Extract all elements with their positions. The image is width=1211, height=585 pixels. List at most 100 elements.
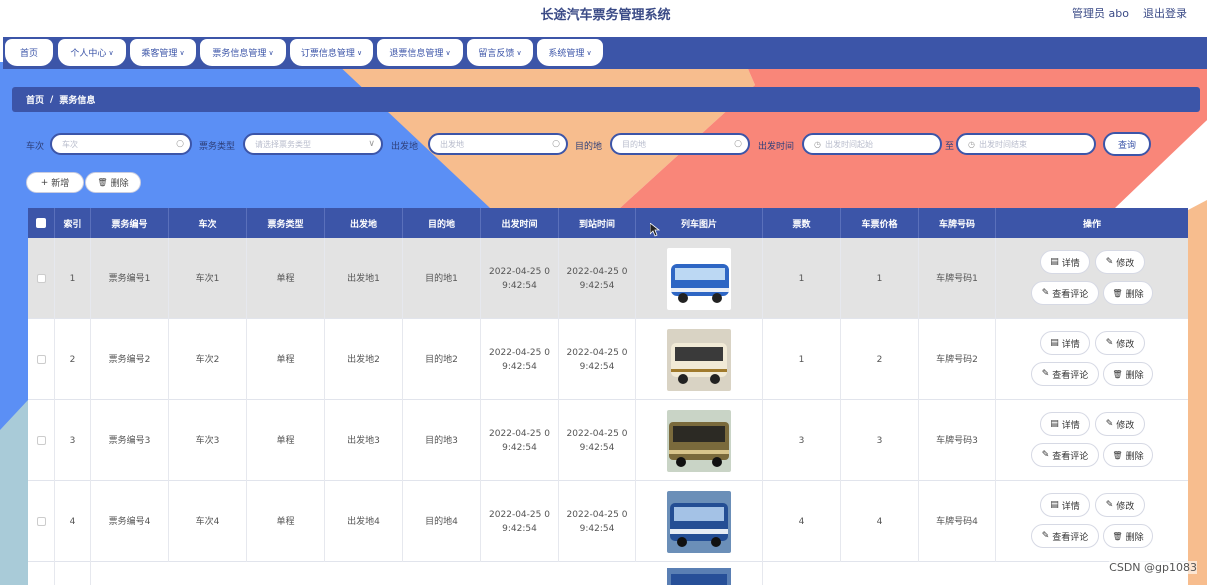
row-operations: ▤ 详情 ✎ 修改 ✎ 查看评论 🗑 删除 [996,400,1188,481]
table-row: 3 票务编号3 车次3 单程 出发地3 目的地3 2022-04-25 0 9:4… [28,400,1188,481]
app-root: { "header": {"title": "长途汽车票务管理系统", "use… [0,0,1211,585]
edit-icon: ✎ [1105,338,1114,348]
view-comments-button[interactable]: ✎ 查看评论 [1031,362,1099,386]
document-icon: ▤ [1050,419,1059,429]
view-comments-button[interactable]: ✎ 查看评论 [1031,524,1099,548]
depart-time-start-picker[interactable]: ◷ 出发时间起始 [802,133,942,155]
nav-booking-management[interactable]: 订票信息管理 ∨ [290,39,373,66]
chevron-down-icon: ∨ [108,48,114,57]
chevron-down-icon: ∨ [586,48,592,57]
search-icon: ○ [552,139,560,149]
delete-button[interactable]: 🗑 删除 [1103,362,1153,386]
row-checkbox[interactable] [28,319,55,400]
cell-bus-image [636,562,763,585]
cell-bus-image [636,238,763,319]
row-checkbox[interactable] [28,400,55,481]
edit-button[interactable]: ✎ 修改 [1095,250,1145,274]
cell-bus-image [636,481,763,562]
trash-icon: 🗑 [1112,531,1123,541]
bus-photo[interactable] [667,328,731,391]
row-checkbox[interactable] [28,238,55,319]
bus-photo[interactable] [667,409,731,472]
edit-icon: ✎ [1105,257,1114,267]
nav-feedback[interactable]: 留言反馈 ∨ [467,39,533,66]
cell-price: 2 [841,319,919,400]
nav-home[interactable]: 首页 [5,39,53,66]
nav-ticket-info-management[interactable]: 票务信息管理 ∨ [200,39,286,66]
edit-button[interactable]: ✎ 修改 [1095,493,1145,517]
col-ticket-no: 票务编号 [91,208,169,238]
col-departure: 出发地 [325,208,403,238]
edit-icon: ✎ [1041,531,1050,541]
destination-filter-label: 目的地 [575,142,603,152]
row-operations: ▤ 详情 ✎ 修改 ✎ 查看评论 🗑 删除 [996,481,1188,562]
table-header: 索引 票务编号 车次 票务类型 出发地 目的地 出发时间 到站时间 列车图片 票… [28,208,1188,238]
col-ticket-count: 票数 [763,208,841,238]
search-icon: ○ [734,139,742,149]
departure-filter-label: 出发地 [391,142,419,152]
breadcrumb-home[interactable]: 首页 [26,93,44,106]
cell-price: 4 [841,481,919,562]
view-comments-button[interactable]: ✎ 查看评论 [1031,443,1099,467]
cell-price: 3 [841,400,919,481]
detail-button[interactable]: ▤ 详情 [1040,331,1090,355]
col-train: 车次 [169,208,247,238]
add-button[interactable]: + 新增 [26,172,84,193]
cell-plate: 车牌号码4 [919,481,996,562]
cell-bus-image [636,400,763,481]
cell-ticket-no: 票务编号4 [91,481,169,562]
detail-button[interactable]: ▤ 详情 [1040,493,1090,517]
nav-refund-management[interactable]: 退票信息管理 ∨ [377,39,463,66]
system-title: 长途汽车票务管理系统 [540,8,671,23]
row-checkbox[interactable] [28,481,55,562]
cell-index: 4 [55,481,91,562]
select-all-checkbox[interactable] [28,208,55,238]
train-filter-input[interactable]: 车次 ○ [50,133,192,155]
nav-system-management[interactable]: 系统管理 ∨ [537,39,603,66]
edit-icon: ✎ [1105,419,1114,429]
time-range-separator: 至 [945,142,955,152]
ticket-type-select[interactable]: 请选择票务类型 ∨ [243,133,383,155]
cell-ticket-type: 单程 [247,400,325,481]
cell-plate: 车牌号码1 [919,238,996,319]
chevron-down-icon: ∨ [368,139,375,149]
mouse-cursor-icon [650,223,660,237]
chevron-down-icon: ∨ [516,48,522,57]
delete-button[interactable]: 🗑 删除 [1103,443,1153,467]
col-arrive-time: 到站时间 [559,208,636,238]
delete-button[interactable]: 🗑 删除 [1103,281,1153,305]
view-comments-button[interactable]: ✎ 查看评论 [1031,281,1099,305]
batch-delete-button[interactable]: 🗑 删除 [85,172,141,193]
cell-ticket-count: 1 [763,319,841,400]
delete-button[interactable]: 🗑 删除 [1103,524,1153,548]
cell-destination: 目的地1 [403,238,481,319]
cell-train: 车次1 [169,238,247,319]
chevron-down-icon: ∨ [445,48,451,57]
detail-button[interactable]: ▤ 详情 [1040,412,1090,436]
nav-passenger-management[interactable]: 乘客管理 ∨ [130,39,196,66]
bus-photo[interactable] [667,568,731,585]
cell-destination: 目的地4 [403,481,481,562]
bus-photo[interactable] [667,490,731,553]
depart-time-end-picker[interactable]: ◷ 出发时间结束 [956,133,1096,155]
destination-filter-input[interactable]: 目的地 ○ [610,133,750,155]
cell-ticket-type: 单程 [247,238,325,319]
edit-button[interactable]: ✎ 修改 [1095,412,1145,436]
nav-personal-center[interactable]: 个人中心 ∨ [58,39,126,66]
detail-button[interactable]: ▤ 详情 [1040,250,1090,274]
query-button[interactable]: 查询 [1103,132,1151,156]
cell-depart-time: 2022-04-25 0 9:42:54 [481,400,559,481]
edit-icon: ✎ [1041,288,1050,298]
edit-button[interactable]: ✎ 修改 [1095,331,1145,355]
departure-filter-input[interactable]: 出发地 ○ [428,133,568,155]
chevron-down-icon: ∨ [179,48,185,57]
logout-link[interactable]: 退出登录 [1143,5,1187,21]
cell-arrive-time: 2022-04-25 0 9:42:54 [559,400,636,481]
watermark: CSDN @gp1083 [1109,561,1197,574]
edit-icon: ✎ [1041,369,1050,379]
cell-train: 车次4 [169,481,247,562]
cell-arrive-time: 2022-04-25 0 9:42:54 [559,319,636,400]
cell-ticket-count: 1 [763,238,841,319]
cell-bus-image [636,319,763,400]
bus-photo[interactable] [667,247,731,310]
